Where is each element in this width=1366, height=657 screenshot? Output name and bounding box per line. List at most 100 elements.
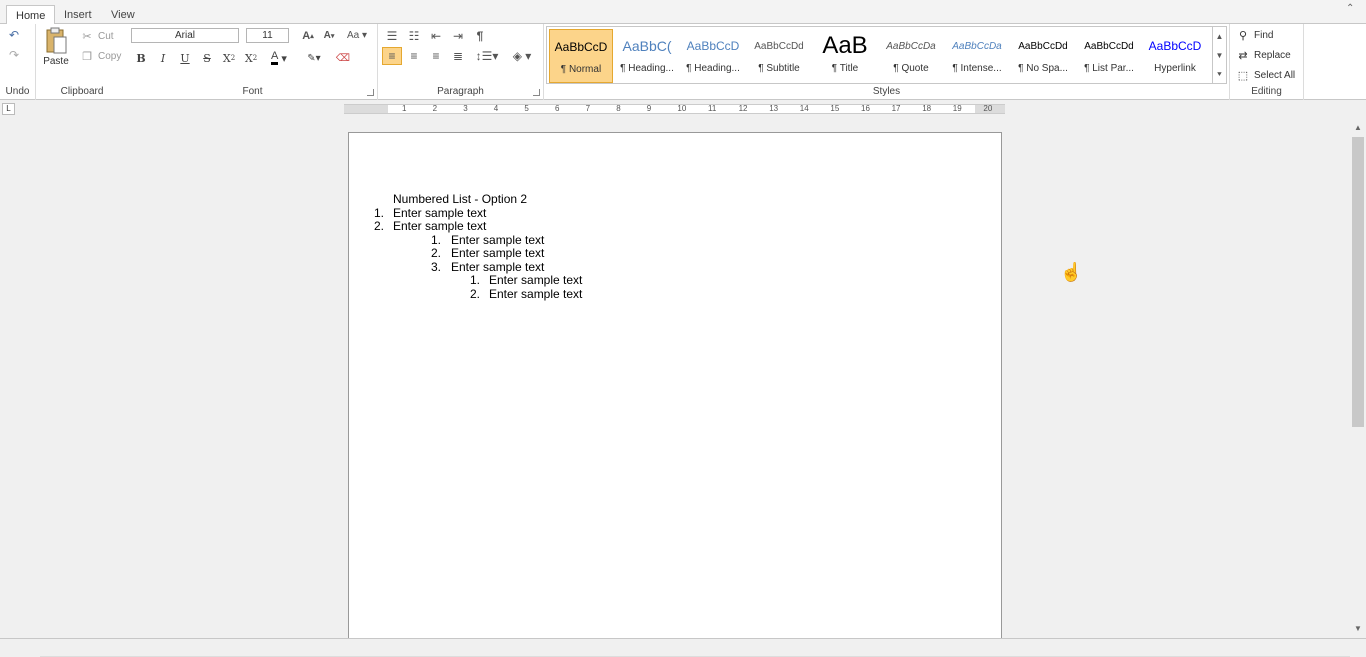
shrink-font-icon[interactable]: A ▾: [321, 28, 337, 43]
paste-button[interactable]: [44, 26, 68, 56]
redo-icon[interactable]: ↷: [6, 48, 22, 62]
style-name: ¶ Normal: [560, 64, 602, 75]
hand-pointer-icon: ☝: [1060, 262, 1083, 282]
vertical-scrollbar[interactable]: ▲ ▼: [1350, 117, 1366, 638]
paragraph-dialog-launcher-icon[interactable]: [533, 89, 540, 96]
scissors-icon: ✂: [82, 30, 92, 43]
undo-group-label: Undo: [5, 86, 30, 97]
editing-group: ⚲ Find ⇄ Replace ⬚ Select All Editing: [1230, 24, 1304, 100]
copy-button[interactable]: ❐ Copy: [80, 49, 121, 63]
numbering-icon[interactable]: ☷: [406, 28, 422, 43]
align-right-icon[interactable]: ≡: [428, 48, 444, 64]
italic-icon[interactable]: I: [154, 49, 172, 67]
ruler-number: 19: [952, 104, 962, 113]
status-bar: [0, 638, 1366, 657]
tab-home[interactable]: Home: [6, 5, 56, 25]
style-item[interactable]: AaBbCcD Hyperlink: [1143, 29, 1207, 83]
underline-icon[interactable]: U: [176, 49, 194, 67]
align-left-icon[interactable]: ≡: [382, 47, 402, 65]
grow-font-icon[interactable]: A ▴: [300, 28, 316, 43]
list-item: Enter sample text: [393, 206, 487, 220]
style-item[interactable]: AaBbCcDa ¶ Intense...: [945, 29, 1009, 83]
scrollbar-thumb[interactable]: [1352, 137, 1364, 427]
highlight-icon[interactable]: ✎▾: [300, 49, 328, 67]
find-button[interactable]: ⚲ Find: [1236, 28, 1273, 42]
ruler-left-margin: [344, 105, 388, 113]
style-name: Hyperlink: [1154, 63, 1196, 74]
style-sample: AaBbC(: [622, 38, 672, 54]
font-color-icon[interactable]: A ▾: [266, 49, 292, 67]
align-center-icon[interactable]: ≡: [406, 48, 422, 64]
show-marks-icon[interactable]: ¶: [472, 28, 488, 43]
ruler-number: 16: [861, 104, 870, 113]
select-all-label: Select All: [1254, 69, 1296, 81]
ruler-number: 8: [616, 104, 621, 113]
paragraph-group-label: Paragraph: [437, 86, 484, 97]
ruler-number: 1: [402, 104, 407, 113]
style-item[interactable]: AaBbCcD ¶ Heading...: [681, 29, 745, 83]
font-family-select[interactable]: Arial: [131, 28, 239, 43]
scroll-up-icon[interactable]: ▲: [1350, 121, 1366, 135]
gallery-scroll-up-icon[interactable]: ▲: [1213, 27, 1226, 46]
gallery-scroll-down-icon[interactable]: ▼: [1213, 46, 1226, 65]
style-item[interactable]: AaBbCcDd ¶ No Spa...: [1011, 29, 1075, 83]
increase-indent-icon[interactable]: ⇥: [450, 28, 466, 43]
style-item[interactable]: AaBbCcDa ¶ Quote: [879, 29, 943, 83]
editing-group-label: Editing: [1251, 86, 1282, 97]
horizontal-ruler[interactable]: 1 2 3 4 5 6 7 8 9 10 11 12 13 14 15 16 17 18 19 20: [344, 104, 1005, 114]
copy-icon: ❐: [82, 50, 92, 63]
shading-icon[interactable]: ◈ ▾: [508, 48, 536, 64]
list-number: 3.: [431, 260, 442, 274]
collapse-ribbon-icon[interactable]: ⌃: [1346, 3, 1358, 15]
undo-group: ↶ ↷ Undo: [0, 24, 36, 100]
style-item[interactable]: AaBbCcDd ¶ List Par...: [1077, 29, 1141, 83]
undo-icon[interactable]: ↶: [6, 28, 22, 42]
paragraph-group: ☰ ☷ ⇤ ⇥ ¶ ≡ ≡ ≡ ≣ ↕☰▾ ◈ ▾ Paragraph: [378, 24, 544, 100]
decrease-indent-icon[interactable]: ⇤: [428, 28, 444, 43]
style-sample: AaBbCcDd: [1018, 40, 1068, 52]
justify-icon[interactable]: ≣: [450, 48, 466, 64]
tab-view[interactable]: View: [102, 5, 144, 24]
replace-label: Replace: [1254, 49, 1291, 61]
font-dialog-launcher-icon[interactable]: [367, 89, 374, 96]
find-label: Find: [1254, 29, 1274, 41]
style-sample: AaBbCcD: [1148, 39, 1202, 53]
cut-button[interactable]: ✂ Cut: [80, 29, 113, 43]
style-name: ¶ No Spa...: [1018, 63, 1068, 74]
ruler-number: 11: [708, 104, 717, 113]
style-sample: AaBbCcDd: [1084, 40, 1134, 52]
font-group: Arial 11 A ▴ A ▾ Aa ▾ B I U S X2 X2 A ▾ ✎▾…: [128, 24, 378, 100]
replace-icon: ⇄: [1238, 49, 1248, 62]
strikethrough-icon[interactable]: S: [198, 49, 216, 67]
list-number: 2.: [431, 246, 442, 260]
line-spacing-icon[interactable]: ↕☰▾: [473, 48, 501, 64]
style-item[interactable]: AaBbC( ¶ Heading...: [615, 29, 679, 83]
style-item[interactable]: AaBbCcD ¶ Normal: [549, 29, 613, 83]
style-item[interactable]: AaBbCcDd ¶ Subtitle: [747, 29, 811, 83]
clear-formatting-icon[interactable]: ⌫: [334, 49, 352, 67]
change-case-icon[interactable]: Aa ▾: [343, 28, 371, 43]
style-name: ¶ List Par...: [1084, 63, 1134, 74]
ruler-area: L 1 2 3 4 5 6 7 8 9 10 11 12 13 14 15 16 17 18 19 20: [0, 101, 1366, 117]
select-all-button[interactable]: ⬚ Select All: [1236, 68, 1295, 82]
gallery-more-icon[interactable]: ⯆: [1213, 65, 1226, 84]
style-name: ¶ Heading...: [620, 63, 674, 74]
replace-button[interactable]: ⇄ Replace: [1236, 48, 1291, 62]
bold-icon[interactable]: B: [132, 49, 150, 67]
subscript-icon[interactable]: X2: [242, 49, 260, 67]
style-item[interactable]: AaB ¶ Title: [813, 29, 877, 83]
document-page[interactable]: Numbered List - Option 2 1. Enter sample…: [348, 132, 1002, 638]
superscript-icon[interactable]: X2: [220, 49, 238, 67]
list-number: 2.: [374, 219, 385, 233]
tab-stop-selector-icon[interactable]: L: [2, 103, 15, 115]
ruler-number: 13: [769, 104, 779, 113]
list-number: 1.: [470, 273, 481, 287]
tab-insert[interactable]: Insert: [55, 5, 101, 24]
font-size-select[interactable]: 11: [246, 28, 289, 43]
clipboard-group-label: Clipboard: [60, 86, 104, 97]
list-item: Enter sample text: [489, 273, 583, 287]
list-number: 1.: [374, 206, 385, 220]
clipboard-group: Paste ✂ Cut ❐ Copy Clipboard: [36, 24, 128, 100]
bullets-icon[interactable]: ☰: [384, 28, 400, 43]
scroll-down-icon[interactable]: ▼: [1350, 622, 1366, 636]
